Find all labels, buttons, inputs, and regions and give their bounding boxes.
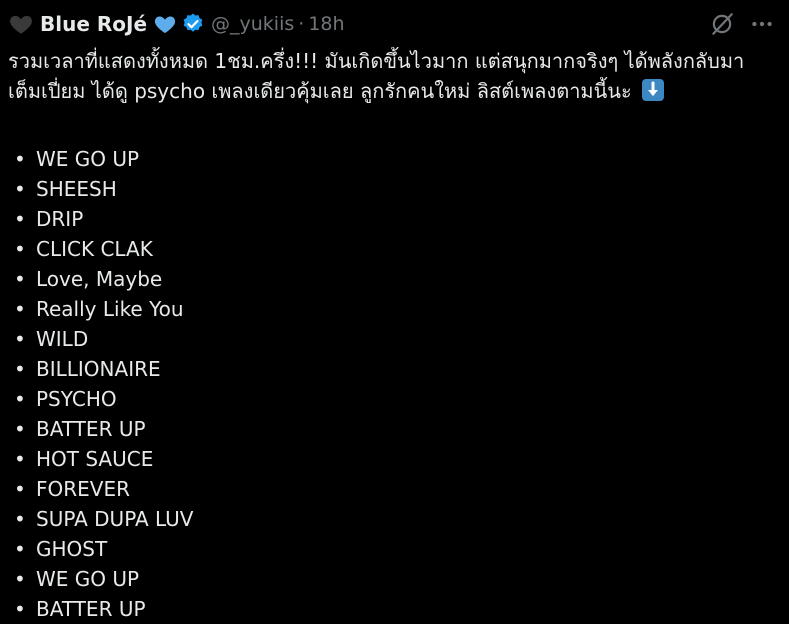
down-arrow-emoji-icon: [642, 79, 665, 101]
grok-icon[interactable]: [709, 11, 735, 37]
song-title: PSYCHO: [36, 387, 117, 411]
song-list-item: • PSYCHO: [8, 384, 779, 414]
header-actions: [709, 11, 775, 37]
song-title: SUPA DUPA LUV: [36, 507, 194, 531]
song-list-item: • DRIP: [8, 204, 779, 234]
list-bullet: •: [14, 297, 26, 321]
song-title: Really Like You: [36, 297, 184, 321]
tweet-body: รวมเวลาที่แสดงทั้งหมด 1ชม.ครึ่ง!!! มันเก…: [8, 46, 779, 624]
song-list-item: • HOT SAUCE: [8, 444, 779, 474]
song-title: DRIP: [36, 207, 84, 231]
song-list-item: • FOREVER: [8, 474, 779, 504]
song-list-item: • Really Like You: [8, 294, 779, 324]
song-list-item: • SHEESH: [8, 174, 779, 204]
list-bullet: •: [14, 597, 26, 621]
list-bullet: •: [14, 417, 26, 441]
song-title: GHOST: [36, 537, 108, 561]
song-list-item: • WILD: [8, 324, 779, 354]
list-bullet: •: [14, 327, 26, 351]
post-time[interactable]: 18h: [308, 13, 344, 35]
song-title: WE GO UP: [36, 567, 140, 591]
song-title: BATTER UP: [36, 597, 146, 621]
tweet-text-line-1: รวมเวลาที่แสดงทั้งหมด 1ชม.ครึ่ง!!! มันเก…: [8, 49, 745, 73]
separator-dot: ·: [298, 13, 305, 35]
song-list-item: • BILLIONAIRE: [8, 354, 779, 384]
list-bullet: •: [14, 507, 26, 531]
user-handle[interactable]: @_yukiis: [211, 13, 294, 35]
tweet-text-line-2-text: เต็มเปี่ยม ได้ดู psycho เพลงเดียวคุ้มเลย…: [8, 79, 632, 103]
list-bullet: •: [14, 267, 26, 291]
list-bullet: •: [14, 207, 26, 231]
song-title: CLICK CLAK: [36, 237, 153, 261]
black-heart-icon: [8, 11, 34, 37]
song-list-item: • WE GO UP: [8, 144, 779, 174]
list-bullet: •: [14, 147, 26, 171]
verified-badge-icon[interactable]: [181, 12, 205, 36]
song-title: Love, Maybe: [36, 267, 163, 291]
song-list-item: • CLICK CLAK: [8, 234, 779, 264]
more-options-icon[interactable]: [749, 11, 775, 37]
song-title: BATTER UP: [36, 417, 146, 441]
list-bullet: •: [14, 237, 26, 261]
song-list-item: • Love, Maybe: [8, 264, 779, 294]
song-title: WE GO UP: [36, 147, 140, 171]
song-list-item: • BATTER UP: [8, 414, 779, 444]
list-bullet: •: [14, 387, 26, 411]
display-name[interactable]: Blue RoJé: [40, 12, 147, 36]
song-title: HOT SAUCE: [36, 447, 154, 471]
list-bullet: •: [14, 477, 26, 501]
song-list: • WE GO UP • SHEESH • DRIP • CLICK CLAK • Love, M…: [8, 144, 779, 624]
tweet-text-line-2: เต็มเปี่ยม ได้ดู psycho เพลงเดียวคุ้มเลย…: [8, 76, 779, 106]
list-bullet: •: [14, 567, 26, 591]
song-title: FOREVER: [36, 477, 130, 501]
tweet-header: Blue RoJé @_yukiis · 18h: [8, 8, 775, 40]
blue-heart-icon: [153, 12, 177, 36]
song-list-item: • GHOST: [8, 534, 779, 564]
list-bullet: •: [14, 177, 26, 201]
song-list-item: • BATTER UP: [8, 594, 779, 624]
list-bullet: •: [14, 537, 26, 561]
list-bullet: •: [14, 357, 26, 381]
song-title: SHEESH: [36, 177, 117, 201]
song-list-item: • WE GO UP: [8, 564, 779, 594]
list-bullet: •: [14, 447, 26, 471]
song-title: WILD: [36, 327, 89, 351]
song-list-item: • SUPA DUPA LUV: [8, 504, 779, 534]
song-title: BILLIONAIRE: [36, 357, 161, 381]
